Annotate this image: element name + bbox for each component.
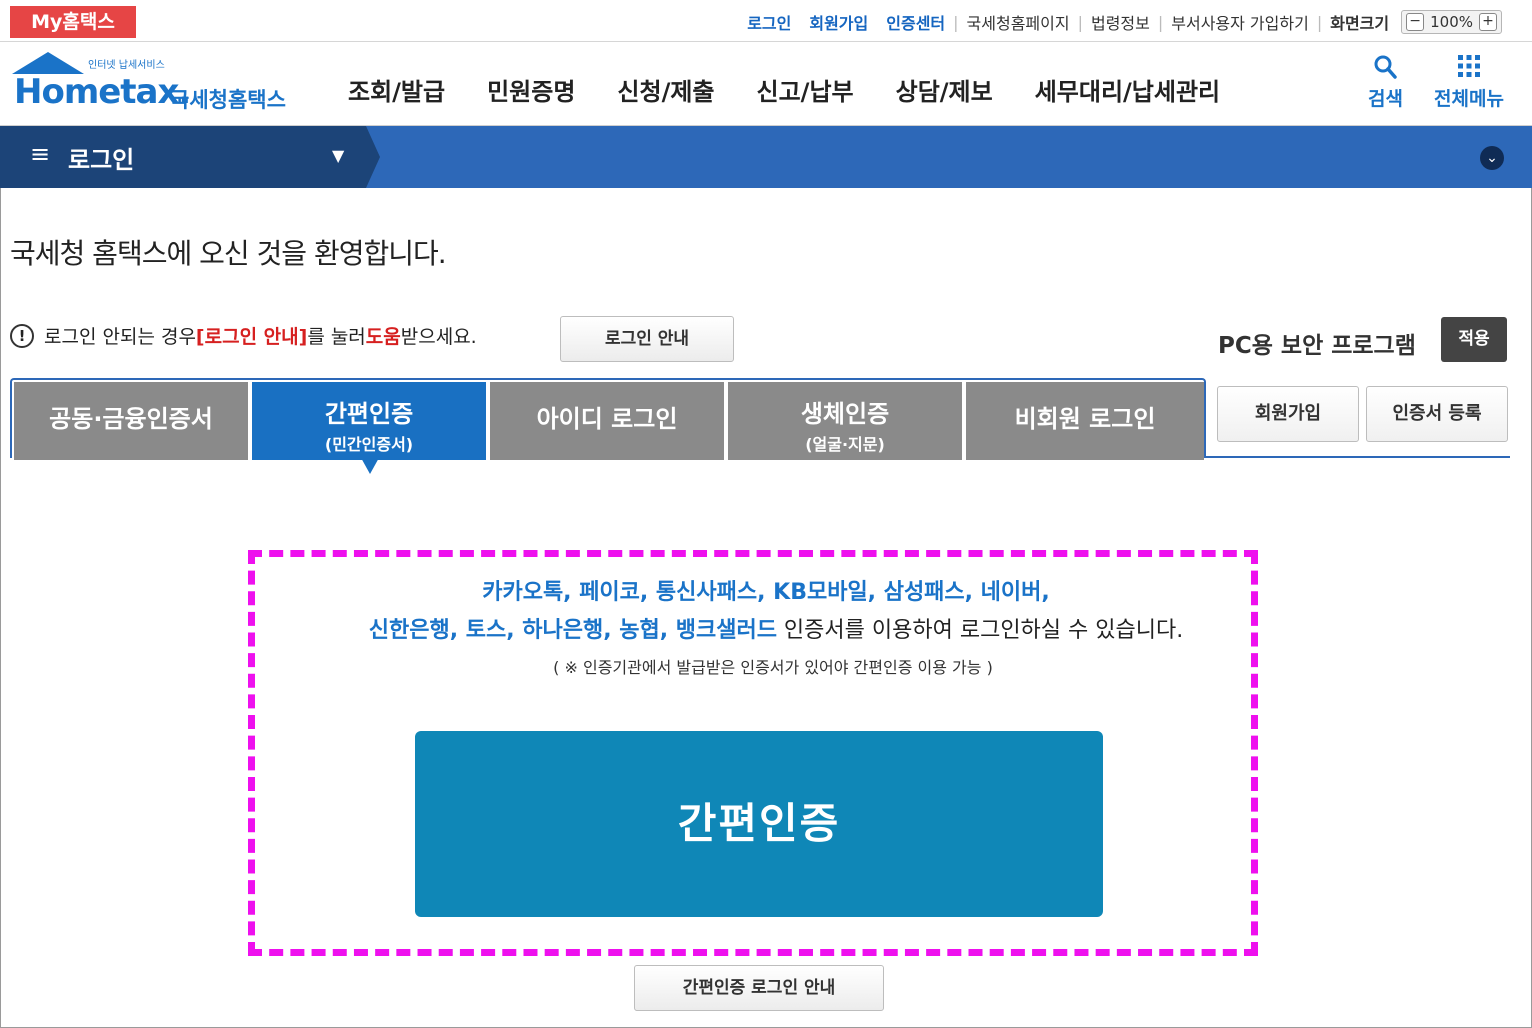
tab-joint-financial-cert[interactable]: 공동·금융인증서 — [14, 382, 248, 460]
expand-chevron-icon[interactable]: ⌄ — [1480, 146, 1504, 170]
tab-guest-login[interactable]: 비회원 로그인 — [966, 382, 1204, 460]
gnb-item-tax-agent[interactable]: 세무대리/납세관리 — [1035, 72, 1220, 107]
logo-korean-name: 국세청홈택스 — [170, 88, 286, 112]
tab-sublabel: (민간인증서) — [324, 435, 414, 454]
caret-down-icon: ▼ — [332, 146, 345, 165]
nts-homepage-link[interactable]: 국세청홈페이지 — [967, 10, 1070, 34]
search-icon — [1368, 54, 1403, 84]
signup-button[interactable]: 회원가입 — [1217, 386, 1359, 442]
gnb-item-certificate[interactable]: 민원증명 — [487, 72, 575, 107]
logo-wordmark: Hometax. — [14, 72, 191, 112]
simple-auth-button[interactable]: 간편인증 — [415, 731, 1103, 917]
security-apply-button[interactable]: 적용 — [1441, 317, 1507, 362]
signup-link[interactable]: 회원가입 — [809, 10, 868, 34]
tab-label: 간편인증 — [324, 400, 414, 428]
law-info-link[interactable]: 법령정보 — [1091, 10, 1150, 34]
tab-label: 생체인증 — [800, 400, 890, 428]
all-menu-label: 전체메뉴 — [1434, 88, 1504, 110]
zoom-out-button[interactable]: − — [1406, 13, 1425, 31]
login-guide-button[interactable]: 로그인 안내 — [560, 316, 734, 362]
tab-biometric[interactable]: 생체인증 (얼굴·지문) — [728, 382, 962, 460]
all-menu-button[interactable]: 전체메뉴 — [1434, 54, 1504, 111]
gnb-item-report-payment[interactable]: 신고/납부 — [757, 72, 854, 107]
utility-bar: My홈택스 로그인 회원가입 인증센터 | 국세청홈페이지 | 법령정보 | 부… — [0, 0, 1532, 42]
notice-text-2: 를 눌러 — [307, 326, 366, 348]
search-button[interactable]: 검색 — [1368, 54, 1403, 111]
tab-sublabel: (얼굴·지문) — [805, 435, 885, 454]
login-link[interactable]: 로그인 — [747, 10, 791, 34]
active-tab-pointer — [360, 456, 380, 474]
divider: | — [1077, 12, 1083, 32]
notice-bracket-text: [로그인 안내] — [195, 326, 308, 348]
zoom-control: − 100% + — [1401, 10, 1502, 34]
provider-list-line1: 카카오톡, 페이코, 통신사패스, KB모바일, 삼성패스, 네이버, — [482, 580, 1050, 605]
notice-text-1: 로그인 안되는 경우 — [44, 326, 196, 348]
grid-menu-icon — [1434, 54, 1504, 84]
tab-label: 공동·금융인증서 — [49, 405, 213, 433]
house-roof-icon — [12, 52, 84, 74]
divider: | — [1157, 12, 1164, 32]
gnb-item-consult[interactable]: 상담/제보 — [896, 72, 993, 107]
notice-text-3: 받으세요. — [400, 326, 477, 348]
simple-auth-note: ( ※ 인증기관에서 발급받은 인증서가 있어야 간편인증 이용 가능 ) — [553, 658, 993, 677]
dept-user-signup-link[interactable]: 부서사용자 가입하기 — [1171, 10, 1309, 34]
zoom-level: 100% — [1430, 13, 1473, 31]
divider: | — [953, 12, 959, 32]
tab-simple-auth[interactable]: 간편인증 (민간인증서) — [252, 382, 486, 460]
provider-list-line2-suffix: 인증서를 이용하여 로그인하실 수 있습니다. — [776, 618, 1184, 643]
welcome-heading: 국세청 홈택스에 오신 것을 환영합니다. — [10, 237, 447, 270]
cert-register-button[interactable]: 인증서 등록 — [1366, 386, 1508, 442]
pc-security-label: PC용 보안 프로그램 — [1218, 333, 1416, 359]
utility-links: 로그인 회원가입 인증센터 | 국세청홈페이지 | 법령정보 | 부서사용자 가… — [729, 8, 1502, 36]
main-navigation: 조회/발급 민원증명 신청/제출 신고/납부 상담/제보 세무대리/납세관리 — [348, 72, 1262, 107]
tab-label: 비회원 로그인 — [1014, 405, 1156, 433]
site-header: 인터넷 납세서비스 Hometax. 국세청홈택스 조회/발급 민원증명 신청/… — [0, 42, 1532, 126]
tab-id-login[interactable]: 아이디 로그인 — [490, 382, 724, 460]
location-bar: ≡ 로그인 ▼ ⌄ — [0, 126, 1532, 188]
gnb-item-application[interactable]: 신청/제출 — [617, 72, 714, 107]
login-help-notice: ! 로그인 안되는 경우 [로그인 안내] 를 눌러 도움 받으세요. — [10, 322, 477, 349]
gnb-item-inquiry[interactable]: 조회/발급 — [348, 72, 445, 107]
my-hometax-button[interactable]: My홈택스 — [10, 6, 136, 38]
search-label: 검색 — [1368, 88, 1403, 110]
provider-list-line2-providers: 신한은행, 토스, 하나은행, 농협, 뱅크샐러드 — [368, 618, 777, 643]
exclamation-icon: ! — [10, 323, 34, 348]
notice-help-text: 도움 — [365, 326, 401, 348]
login-method-tabs: 공동·금융인증서 간편인증 (민간인증서) 아이디 로그인 생체인증 (얼굴·지… — [10, 378, 1206, 460]
divider: | — [1316, 12, 1323, 32]
current-menu-title: 로그인 — [68, 146, 135, 174]
tab-label: 아이디 로그인 — [536, 405, 678, 433]
logo-subtitle: 인터넷 납세서비스 — [88, 60, 165, 71]
simple-auth-guide-button[interactable]: 간편인증 로그인 안내 — [634, 965, 884, 1011]
hamburger-icon: ≡ — [30, 140, 51, 168]
zoom-in-button[interactable]: + — [1479, 13, 1497, 31]
menu-dropdown[interactable]: ≡ 로그인 ▼ — [0, 126, 380, 188]
cert-center-link[interactable]: 인증센터 — [886, 10, 945, 34]
tab-underline — [1204, 456, 1510, 458]
screen-size-label: 화면크기 — [1330, 14, 1390, 33]
hometax-logo[interactable]: 인터넷 납세서비스 Hometax. 국세청홈택스 — [8, 50, 298, 118]
provider-list-line2: 신한은행, 토스, 하나은행, 농협, 뱅크샐러드 인증서를 이용하여 로그인하… — [0, 612, 1532, 644]
